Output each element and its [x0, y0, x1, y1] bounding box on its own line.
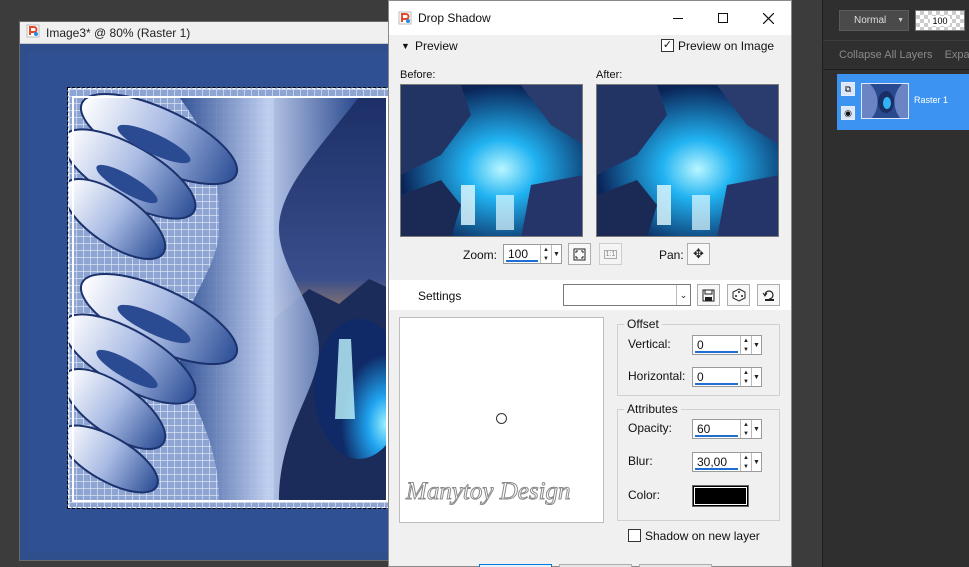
- color-label: Color:: [628, 488, 661, 502]
- zoom-one-to-one-icon: 1:1: [603, 249, 618, 259]
- layer-row-raster-1[interactable]: ⧉ ◉ Raster 1: [837, 74, 969, 130]
- horizontal-dropdown-icon[interactable]: ▼: [751, 368, 761, 386]
- randomize-button[interactable]: [727, 284, 750, 306]
- zoom-fit-button[interactable]: [568, 243, 591, 265]
- before-preview-image[interactable]: [400, 84, 583, 237]
- opacity-label: Opacity:: [628, 421, 673, 435]
- zoom-fit-icon: [573, 248, 586, 260]
- settings-label: Settings: [418, 289, 462, 303]
- maximize-icon: [718, 13, 728, 23]
- image-window[interactable]: Image3* @ 80% (Raster 1): [19, 21, 391, 561]
- blur-label: Blur:: [628, 454, 653, 468]
- horizontal-offset-input[interactable]: 0 ▲ ▼ ▼: [692, 367, 762, 387]
- vertical-spinner-icon[interactable]: ▲ ▼: [740, 336, 751, 354]
- shadow-preview-box[interactable]: Manytoy Design: [399, 317, 604, 523]
- opacity-spinner-icon[interactable]: ▲ ▼: [740, 420, 751, 438]
- minimize-button[interactable]: [655, 1, 701, 35]
- collapse-toolbar: Collapse All Layers Expa: [823, 40, 969, 70]
- preview-on-image-checkbox[interactable]: ✓: [661, 39, 674, 52]
- pan-button[interactable]: ✥: [687, 243, 710, 265]
- artwork-image[interactable]: [67, 87, 391, 509]
- layer-name: Raster 1: [914, 95, 949, 105]
- before-label: Before:: [400, 69, 436, 81]
- drop-shadow-dialog[interactable]: Drop Shadow ▼ Preview ✓ Preview on Image…: [388, 0, 792, 567]
- paintshop-app-icon: [398, 11, 412, 25]
- shadow-color-swatch[interactable]: [692, 485, 749, 507]
- zoom-value: 100: [504, 245, 540, 263]
- eye-icon[interactable]: ◉: [841, 106, 855, 120]
- maximize-button[interactable]: [700, 1, 746, 35]
- opacity-dropdown-icon[interactable]: ▼: [751, 420, 761, 438]
- shadow-new-layer-label: Shadow on new layer: [645, 529, 760, 543]
- vertical-label: Vertical:: [628, 337, 671, 351]
- zoom-actual-size-button[interactable]: 1:1: [599, 243, 622, 265]
- attributes-title: Attributes: [624, 402, 681, 416]
- after-preview-image[interactable]: [596, 84, 779, 237]
- blend-mode-chevron-icon: ▼: [897, 17, 904, 24]
- settings-dropdown[interactable]: ⌄: [563, 284, 691, 306]
- reset-button[interactable]: [757, 284, 780, 306]
- watermark-text: Manytoy Design: [406, 478, 572, 506]
- image-window-title: Image3* @ 80% (Raster 1): [46, 25, 191, 40]
- layers-panel: Normal ▼ 100 Collapse All Layers Expa ⧉ …: [822, 0, 969, 567]
- expand-all-layers-button[interactable]: Expa: [945, 49, 969, 61]
- close-icon: [762, 12, 774, 24]
- image-window-titlebar[interactable]: Image3* @ 80% (Raster 1): [20, 22, 388, 44]
- image-canvas[interactable]: [28, 52, 391, 552]
- reset-icon: [762, 290, 774, 301]
- layer-group-icon[interactable]: ⧉: [841, 82, 855, 96]
- preview-on-image-label: Preview on Image: [678, 39, 775, 53]
- opacity-value: 60: [693, 420, 740, 438]
- blend-mode-dropdown[interactable]: Normal ▼: [839, 10, 909, 31]
- shadow-offset-handle-icon[interactable]: [496, 413, 507, 424]
- horizontal-label: Horizontal:: [628, 369, 686, 383]
- preview-label: Preview: [415, 39, 458, 53]
- dice-icon: [732, 288, 745, 302]
- collapse-all-layers-button[interactable]: Collapse All Layers: [839, 49, 933, 61]
- horizontal-spinner-icon[interactable]: ▲ ▼: [740, 368, 751, 386]
- minimize-icon: [673, 17, 683, 19]
- chevron-down-icon[interactable]: ⌄: [676, 285, 690, 305]
- vertical-offset-input[interactable]: 0 ▲ ▼ ▼: [692, 335, 762, 355]
- after-label: After:: [596, 69, 623, 81]
- layer-thumbnail: [861, 83, 909, 119]
- pan-label: Pan:: [659, 248, 684, 262]
- vertical-offset-value: 0: [693, 336, 740, 354]
- save-preset-button[interactable]: [697, 284, 720, 306]
- layer-opacity-value: 100: [930, 15, 950, 26]
- blur-input[interactable]: 30,00 ▲ ▼ ▼: [692, 452, 762, 472]
- zoom-dropdown-icon[interactable]: ▼: [551, 245, 561, 263]
- blur-dropdown-icon[interactable]: ▼: [751, 453, 761, 471]
- opacity-input[interactable]: 60 ▲ ▼ ▼: [692, 419, 762, 439]
- close-button[interactable]: [745, 1, 791, 35]
- zoom-label: Zoom:: [463, 248, 498, 262]
- save-icon: [702, 289, 715, 301]
- blur-spinner-icon[interactable]: ▲ ▼: [740, 453, 751, 471]
- dialog-titlebar[interactable]: Drop Shadow: [389, 1, 791, 35]
- app-icon: [26, 24, 40, 41]
- preview-collapse-icon[interactable]: ▼: [401, 41, 410, 51]
- offset-title: Offset: [624, 317, 662, 331]
- zoom-input[interactable]: 100 ▲ ▼ ▼: [503, 244, 562, 264]
- blend-mode-value: Normal: [854, 15, 887, 26]
- layer-opacity-field[interactable]: 100: [915, 10, 965, 31]
- zoom-spinner-icon[interactable]: ▲ ▼: [540, 245, 551, 263]
- horizontal-offset-value: 0: [693, 368, 740, 386]
- shadow-new-layer-checkbox[interactable]: [628, 529, 641, 542]
- blur-value: 30,00: [693, 453, 740, 471]
- vertical-dropdown-icon[interactable]: ▼: [751, 336, 761, 354]
- move-icon: ✥: [693, 246, 704, 261]
- dialog-title: Drop Shadow: [418, 11, 491, 25]
